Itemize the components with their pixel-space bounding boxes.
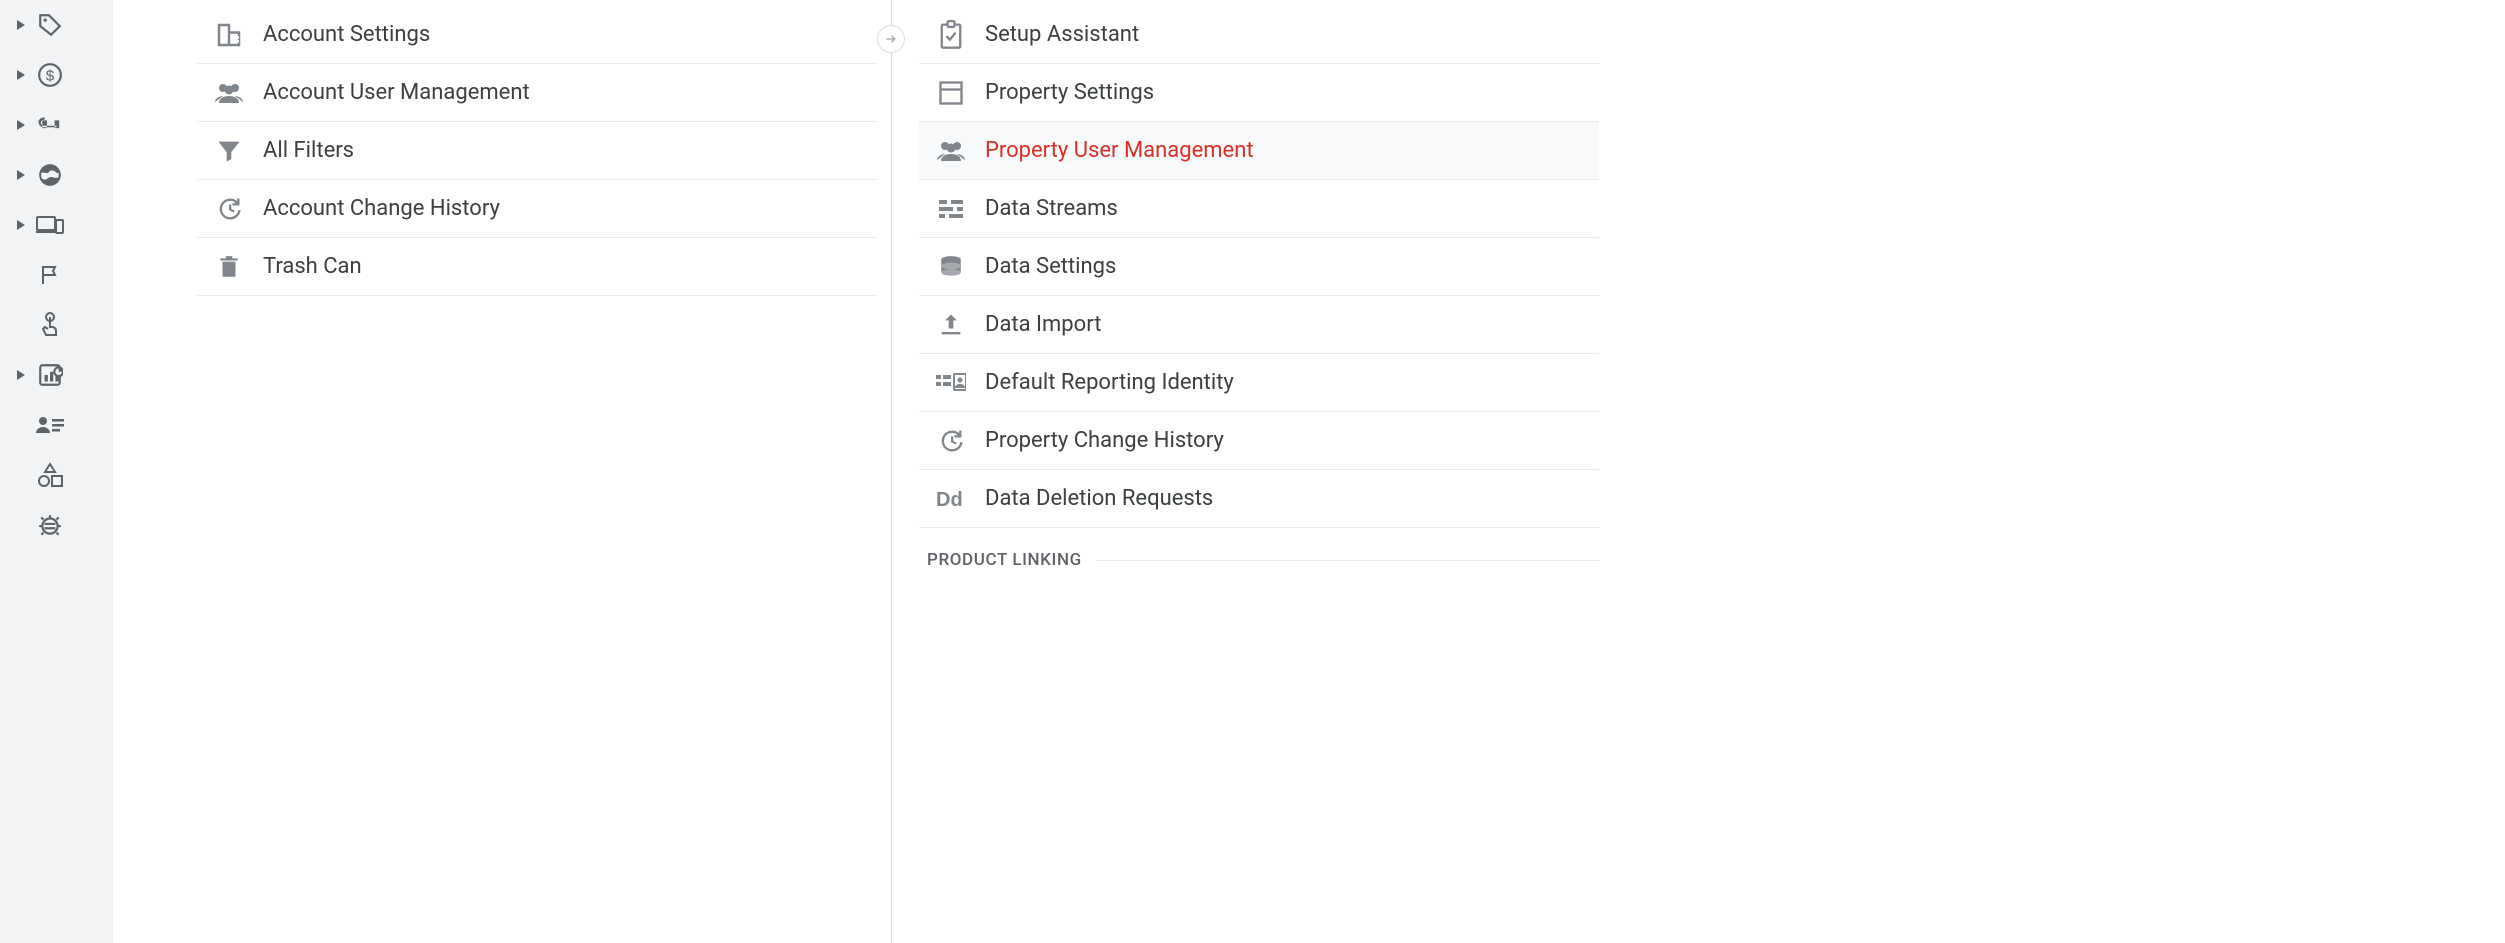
expand-caret-icon — [14, 170, 28, 180]
people-icon — [931, 131, 971, 171]
collapse-column-button[interactable] — [877, 25, 905, 53]
row-label: Property Change History — [985, 428, 1224, 453]
property-column: Setup Assistant Property Settings Property… — [919, 0, 1599, 943]
streams-icon — [931, 189, 971, 229]
row-label: Default Reporting Identity — [985, 370, 1234, 395]
row-label: Data Settings — [985, 254, 1116, 279]
rail-item-flag[interactable] — [0, 250, 113, 300]
chart-icon — [32, 357, 68, 393]
globe-icon — [32, 157, 68, 193]
building-icon — [209, 15, 249, 55]
database-icon — [931, 247, 971, 287]
svg-text:Dd: Dd — [936, 489, 963, 510]
row-label: Setup Assistant — [985, 22, 1139, 47]
tag-icon — [32, 7, 68, 43]
expand-caret-icon — [14, 370, 28, 380]
history-icon — [931, 421, 971, 461]
row-label: Account Change History — [263, 196, 500, 221]
rail-item-userlist[interactable] — [0, 400, 113, 450]
expand-caret-icon — [14, 20, 28, 30]
propertyColumn-row-data-settings[interactable]: Data Settings — [919, 238, 1599, 296]
rail-item-touch[interactable] — [0, 300, 113, 350]
rail-item-magnet[interactable] — [0, 100, 113, 150]
flag-icon — [32, 257, 68, 293]
people-icon — [209, 73, 249, 113]
trash-icon — [209, 247, 249, 287]
propertyColumn-row-property-settings[interactable]: Property Settings — [919, 64, 1599, 122]
section-header-product-linking: PRODUCT LINKING — [919, 528, 1599, 576]
row-label: Data Streams — [985, 196, 1118, 221]
dd-icon: Dd — [931, 479, 971, 519]
expand-caret-icon — [14, 220, 28, 230]
userlist-icon — [32, 407, 68, 443]
shapes-icon — [32, 457, 68, 493]
expand-caret-icon — [14, 70, 28, 80]
assist-icon — [931, 15, 971, 55]
magnet-icon — [32, 107, 68, 143]
expand-caret-icon — [14, 120, 28, 130]
propertyColumn-row-data-deletion-requests[interactable]: Dd Data Deletion Requests — [919, 470, 1599, 528]
rail-item-chart[interactable] — [0, 350, 113, 400]
filter-icon — [209, 131, 249, 171]
row-label: Account Settings — [263, 22, 430, 47]
row-label: Property Settings — [985, 80, 1154, 105]
rail-item-dollar[interactable]: $ — [0, 50, 113, 100]
row-label: All Filters — [263, 138, 354, 163]
window-icon — [931, 73, 971, 113]
section-header-line — [1096, 560, 1599, 561]
row-label: Data Import — [985, 312, 1101, 337]
touch-icon — [32, 307, 68, 343]
propertyColumn-row-setup-assistant[interactable]: Setup Assistant — [919, 6, 1599, 64]
column-divider — [891, 0, 892, 943]
row-label: Trash Can — [263, 254, 362, 279]
identity-icon — [931, 363, 971, 403]
nav-rail: $ — [0, 0, 113, 943]
dollar-icon: $ — [32, 57, 68, 93]
svg-text:$: $ — [46, 67, 55, 84]
account-column: Account Settings Account User Management A… — [197, 0, 877, 943]
propertyColumn-row-data-import[interactable]: Data Import — [919, 296, 1599, 354]
admin-main: Account Settings Account User Management A… — [113, 0, 2505, 943]
accountColumn-row-trash-can[interactable]: Trash Can — [197, 238, 877, 296]
devices-icon — [32, 207, 68, 243]
accountColumn-row-account-change-history[interactable]: Account Change History — [197, 180, 877, 238]
bug-icon — [32, 507, 68, 543]
history-icon — [209, 189, 249, 229]
propertyColumn-row-property-user-management[interactable]: Property User Management — [919, 122, 1599, 180]
rail-item-globe[interactable] — [0, 150, 113, 200]
rail-item-bug[interactable] — [0, 500, 113, 550]
rail-item-shapes[interactable] — [0, 450, 113, 500]
propertyColumn-row-property-change-history[interactable]: Property Change History — [919, 412, 1599, 470]
propertyColumn-row-data-streams[interactable]: Data Streams — [919, 180, 1599, 238]
row-label: Property User Management — [985, 138, 1254, 163]
accountColumn-row-all-filters[interactable]: All Filters — [197, 122, 877, 180]
rail-item-tag[interactable] — [0, 0, 113, 50]
row-label: Account User Management — [263, 80, 530, 105]
section-header-label: PRODUCT LINKING — [927, 550, 1082, 570]
row-label: Data Deletion Requests — [985, 486, 1213, 511]
accountColumn-row-account-settings[interactable]: Account Settings — [197, 6, 877, 64]
rail-item-devices[interactable] — [0, 200, 113, 250]
propertyColumn-row-default-reporting-identity[interactable]: Default Reporting Identity — [919, 354, 1599, 412]
upload-icon — [931, 305, 971, 345]
accountColumn-row-account-user-management[interactable]: Account User Management — [197, 64, 877, 122]
